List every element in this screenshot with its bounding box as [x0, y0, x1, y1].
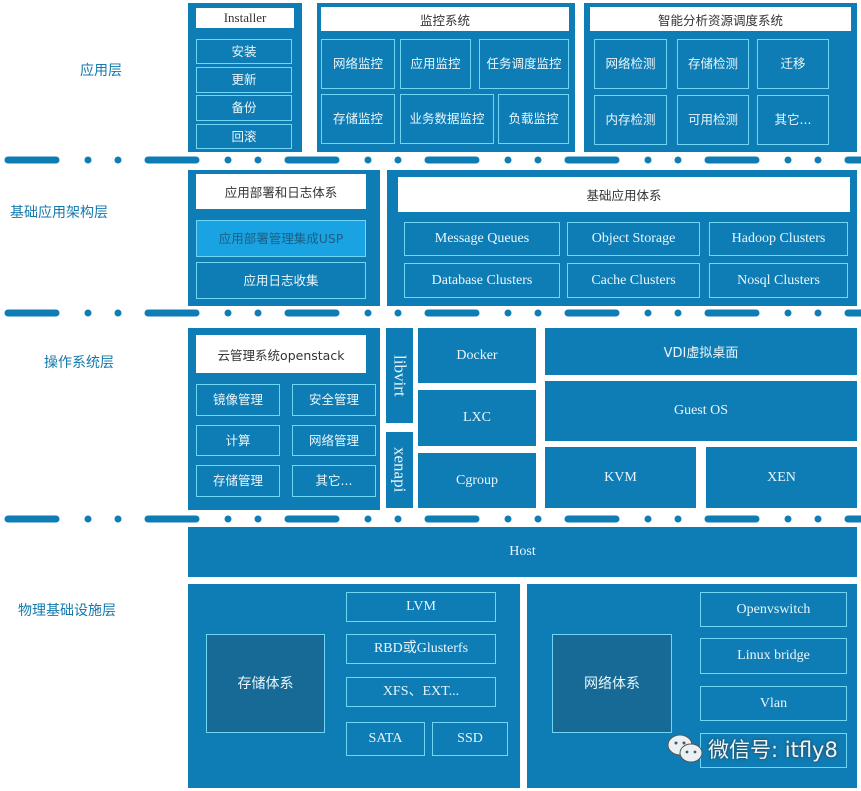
monitor-item: 业务数据监控	[400, 94, 494, 144]
deploy-usp: 应用部署管理集成USP	[196, 220, 366, 257]
network-item: Linux bridge	[700, 638, 847, 674]
installer-item: 安装	[196, 39, 292, 64]
container-cgroup: Cgroup	[418, 453, 536, 508]
layer-label-app: 应用层	[80, 63, 122, 79]
layer-separator	[4, 515, 861, 523]
layer-separator	[4, 309, 861, 317]
openstack-item: 其它...	[292, 465, 376, 497]
base-app-item: Object Storage	[567, 222, 700, 256]
openstack-item: 安全管理	[292, 384, 376, 416]
monitor-item: 网络监控	[321, 39, 395, 89]
libvirt: libvirt	[386, 328, 413, 423]
watermark-text: 微信号: itfly8	[708, 738, 838, 762]
xenapi: xenapi	[386, 432, 413, 508]
network-item: Openvswitch	[700, 592, 847, 627]
network-title: 网络体系	[552, 634, 672, 733]
wechat-icon	[667, 734, 703, 763]
monitor-item: 任务调度监控	[479, 39, 569, 89]
container-docker: Docker	[418, 328, 536, 383]
deploy-title: 应用部署和日志体系	[196, 174, 366, 209]
host: Host	[188, 527, 857, 577]
architecture-diagram: 应用层 基础应用架构层 操作系统层 物理基础设施层 Installer 安装 更…	[0, 0, 861, 791]
openstack-title: 云管理系统openstack	[196, 335, 366, 373]
smart-item: 可用检测	[677, 95, 749, 145]
openstack-item: 网络管理	[292, 425, 376, 456]
openstack-item: 镜像管理	[196, 384, 280, 416]
smart-title: 智能分析资源调度系统	[590, 7, 851, 31]
vdi: VDI虚拟桌面	[545, 328, 857, 375]
installer-title: Installer	[196, 8, 294, 28]
installer-item: 备份	[196, 95, 292, 121]
base-app-item: Message Queues	[404, 222, 560, 256]
xen: XEN	[706, 447, 857, 508]
monitor-item: 负载监控	[498, 94, 569, 144]
smart-item: 内存检测	[594, 95, 667, 145]
layer-label-physical: 物理基础设施层	[18, 603, 116, 619]
watermark: 微信号: itfly8	[666, 732, 838, 766]
deploy-log-collect: 应用日志收集	[196, 262, 366, 299]
storage-item: SSD	[432, 722, 508, 756]
layer-separator	[4, 156, 861, 164]
base-app-item: Database Clusters	[404, 263, 560, 298]
smart-item: 存储检测	[677, 39, 749, 89]
storage-title: 存储体系	[206, 634, 325, 733]
installer-item: 更新	[196, 67, 292, 93]
smart-item: 其它...	[757, 95, 829, 145]
installer-item: 回滚	[196, 124, 292, 149]
base-app-item: Nosql Clusters	[709, 263, 848, 298]
base-app-item: Hadoop Clusters	[709, 222, 848, 256]
storage-item: SATA	[346, 722, 425, 756]
layer-label-base-app: 基础应用架构层	[10, 205, 108, 221]
storage-item: XFS、EXT...	[346, 677, 496, 707]
monitor-title: 监控系统	[321, 7, 569, 31]
monitor-item: 应用监控	[400, 39, 471, 89]
monitor-item: 存储监控	[321, 94, 395, 144]
storage-item: LVM	[346, 592, 496, 622]
layer-label-os: 操作系统层	[44, 355, 114, 371]
guest-os: Guest OS	[545, 381, 857, 441]
smart-item: 迁移	[757, 39, 829, 89]
container-lxc: LXC	[418, 390, 536, 446]
smart-item: 网络检测	[594, 39, 667, 89]
network-item: Vlan	[700, 686, 847, 721]
storage-item: RBD或Glusterfs	[346, 634, 496, 664]
openstack-item: 计算	[196, 425, 280, 456]
kvm: KVM	[545, 447, 696, 508]
base-app-item: Cache Clusters	[567, 263, 700, 298]
openstack-item: 存储管理	[196, 465, 280, 497]
base-app-title: 基础应用体系	[398, 177, 850, 212]
